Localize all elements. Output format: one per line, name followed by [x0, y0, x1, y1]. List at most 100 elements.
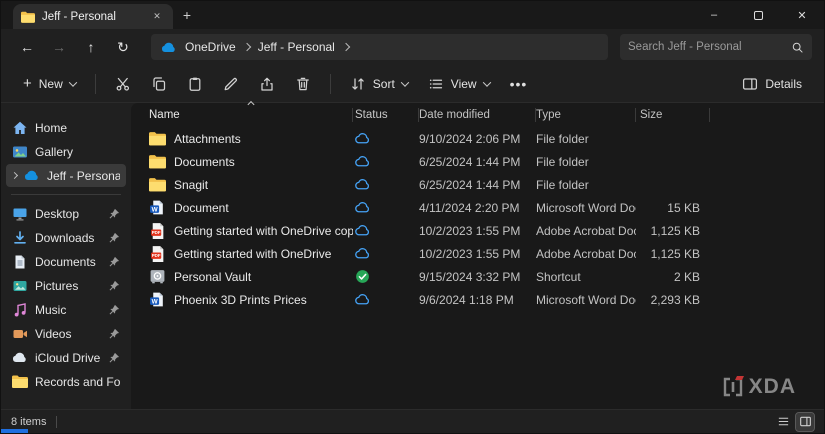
sidebar-item-home[interactable]: Home — [6, 116, 126, 139]
details-view-toggle[interactable] — [795, 411, 815, 432]
column-header-type[interactable]: Type — [536, 103, 636, 127]
rename-button[interactable] — [215, 69, 247, 99]
breadcrumb-jeff-personal[interactable]: Jeff - Personal — [258, 40, 335, 54]
details-button[interactable]: Details — [734, 69, 810, 99]
file-type: File folder — [536, 177, 589, 192]
back-button[interactable]: ← — [13, 34, 41, 60]
up-button[interactable]: ↑ — [77, 34, 105, 60]
chevron-down-icon — [68, 77, 78, 87]
expand-chevron-icon[interactable] — [10, 171, 19, 180]
sidebar-divider — [11, 194, 121, 195]
sidebar-item-label: iCloud Drive — [35, 350, 101, 365]
sidebar-item-music[interactable]: Music — [6, 298, 126, 321]
cloud-status-icon — [355, 179, 369, 190]
date-modified: 10/2/2023 1:55 PM — [419, 246, 521, 261]
column-header-label: Name — [149, 109, 180, 121]
file-type: Microsoft Word Doc... — [536, 200, 636, 215]
cut-icon — [116, 77, 129, 91]
file-row-snagit[interactable]: Snagit 6/25/2024 1:44 PM File folder — [131, 173, 824, 196]
file-row-document[interactable]: W Document 4/11/2024 2:20 PM Microsoft W… — [131, 196, 824, 219]
pdf-document-icon: PDF — [151, 246, 164, 262]
sort-button[interactable]: Sort — [342, 69, 416, 99]
window-controls: – ✕ — [692, 1, 824, 29]
date-modified: 4/11/2024 2:20 PM — [419, 200, 520, 215]
breadcrumb-chevron-icon[interactable] — [242, 42, 251, 52]
column-header-date-modified[interactable]: Date modified — [419, 103, 536, 127]
new-button[interactable]: + New — [15, 69, 84, 99]
copy-button[interactable] — [143, 69, 175, 99]
column-header-status[interactable]: Status — [353, 103, 419, 127]
file-row-getting-started[interactable]: PDF Getting started with OneDrive 10/2/2… — [131, 242, 824, 265]
file-row-phoenix-prices[interactable]: W Phoenix 3D Prints Prices 9/6/2024 1:18… — [131, 288, 824, 311]
command-bar: + New Sort View ••• Details — [1, 65, 824, 103]
column-header-size[interactable]: Size — [636, 103, 710, 127]
svg-text:PDF: PDF — [152, 253, 161, 258]
sidebar-item-label: Videos — [35, 326, 72, 341]
column-headers: Name Status Date modified Type Size — [131, 100, 824, 127]
pin-icon — [109, 280, 120, 291]
name-cell: W Phoenix 3D Prints Prices — [149, 291, 353, 308]
name-cell: PDF Getting started with OneDrive — [149, 245, 353, 262]
name-cell: Documents — [149, 153, 353, 170]
file-name: Documents — [174, 154, 235, 169]
status-cell — [353, 269, 419, 284]
refresh-button[interactable]: ↻ — [109, 34, 137, 60]
delete-icon — [296, 77, 309, 90]
search-box — [620, 34, 812, 60]
sidebar-item-downloads[interactable]: Downloads — [6, 226, 126, 249]
breadcrumb-chevron-icon[interactable] — [341, 42, 351, 52]
sort-icon — [352, 77, 364, 90]
pictures-icon — [13, 280, 27, 291]
file-row-getting-started-copy[interactable]: PDF Getting started with OneDrive copy 1… — [131, 219, 824, 242]
list-view-toggle[interactable] — [774, 413, 792, 431]
column-header-label: Type — [536, 109, 561, 121]
cut-button[interactable] — [107, 69, 139, 99]
new-button-label: New — [38, 76, 63, 91]
status-cell — [353, 154, 419, 169]
svg-text:W: W — [152, 206, 158, 213]
sidebar-item-jeff-personal[interactable]: Jeff - Personal — [6, 164, 126, 187]
close-button[interactable]: ✕ — [780, 1, 824, 29]
address-bar: OneDrive Jeff - Personal — [151, 34, 608, 60]
file-name: Document — [174, 200, 229, 215]
more-options-button[interactable]: ••• — [502, 69, 536, 99]
documents-icon — [15, 255, 25, 268]
desktop-edge — [1, 429, 28, 433]
sidebar-item-documents[interactable]: Documents — [6, 250, 126, 273]
forward-button[interactable]: → — [45, 34, 73, 60]
item-count: 8 items — [11, 415, 47, 428]
tab-close-button[interactable]: ✕ — [149, 9, 165, 25]
downloads-icon — [14, 230, 26, 244]
explorer-tab[interactable]: Jeff - Personal ✕ — [13, 4, 173, 29]
pin-icon — [109, 352, 120, 363]
maximize-button[interactable] — [736, 1, 780, 29]
minimize-button[interactable]: – — [692, 1, 736, 29]
sidebar-item-gallery[interactable]: Gallery — [6, 140, 126, 163]
sidebar-item-videos[interactable]: Videos — [6, 322, 126, 345]
new-tab-button[interactable]: + — [173, 1, 201, 29]
file-type: Microsoft Word Doc... — [536, 292, 636, 307]
column-header-label: Date modified — [419, 109, 490, 121]
sidebar-item-desktop[interactable]: Desktop — [6, 202, 126, 225]
delete-button[interactable] — [287, 69, 319, 99]
file-row-personal-vault[interactable]: Personal Vault 9/15/2024 3:32 PM Shortcu… — [131, 265, 824, 288]
more-options-icon: ••• — [509, 75, 528, 92]
sidebar-item-label: Downloads — [35, 230, 95, 245]
breadcrumb-onedrive[interactable]: OneDrive — [185, 40, 236, 54]
share-button[interactable] — [251, 69, 283, 99]
cloud-status-icon — [355, 202, 369, 213]
tab-title: Jeff - Personal — [42, 10, 116, 23]
file-row-documents[interactable]: Documents 6/25/2024 1:44 PM File folder — [131, 150, 824, 173]
folder-icon — [149, 155, 166, 169]
sidebar-item-icloud-drive[interactable]: iCloud Drive — [6, 346, 126, 369]
sidebar-item-pictures[interactable]: Pictures — [6, 274, 126, 297]
view-button[interactable]: View — [420, 69, 498, 99]
search-input[interactable] — [628, 41, 785, 53]
chevron-down-icon — [482, 77, 491, 87]
sidebar-item-records[interactable]: Records and For — [6, 370, 126, 393]
paste-button[interactable] — [179, 69, 211, 99]
file-row-attachments[interactable]: Attachments 9/10/2024 2:06 PM File folde… — [131, 127, 824, 150]
cloud-status-icon — [355, 225, 369, 236]
file-name: Attachments — [174, 131, 241, 146]
column-header-name[interactable]: Name — [149, 100, 353, 127]
